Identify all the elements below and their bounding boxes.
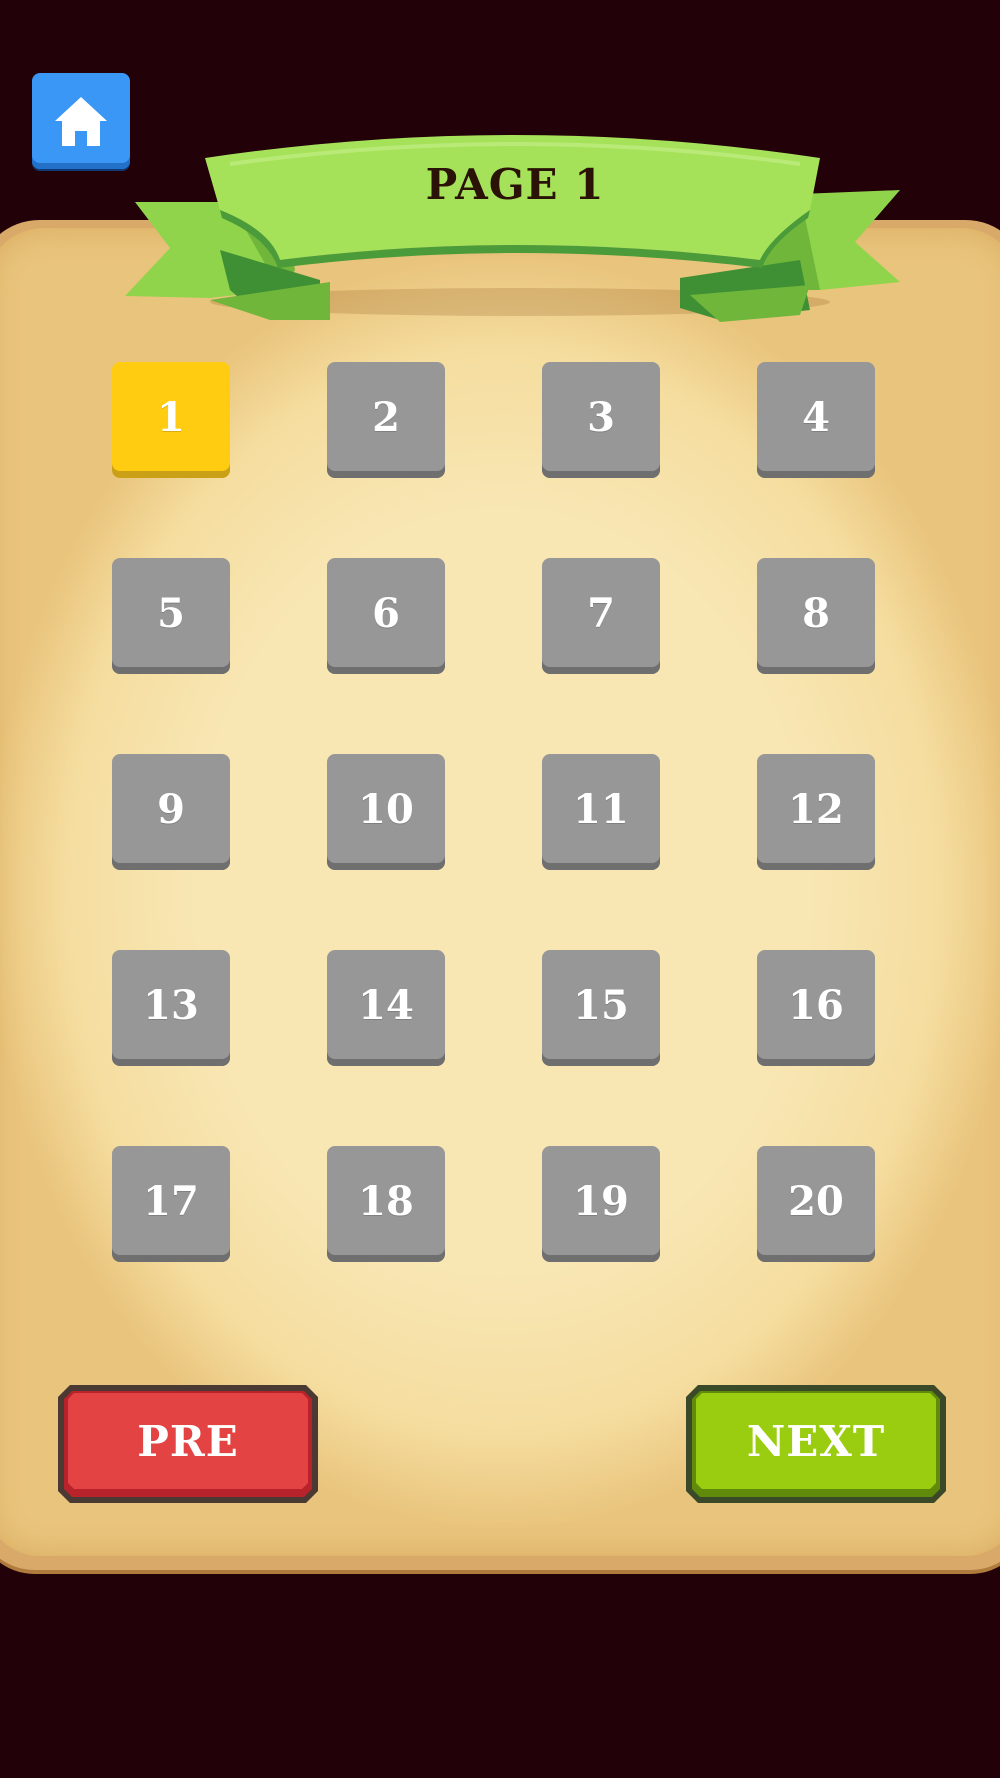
level-button[interactable]: 14 (327, 950, 445, 1066)
level-button[interactable]: 17 (112, 1146, 230, 1262)
level-button[interactable]: 20 (757, 1146, 875, 1262)
level-number: 19 (573, 1177, 629, 1225)
level-number: 20 (788, 1177, 844, 1225)
next-button-label: NEXT (746, 1417, 886, 1466)
level-button[interactable]: 5 (112, 558, 230, 674)
level-number: 6 (372, 589, 400, 637)
level-number: 18 (358, 1177, 414, 1225)
level-button[interactable]: 12 (757, 754, 875, 870)
level-button[interactable]: 8 (757, 558, 875, 674)
level-number: 17 (143, 1177, 199, 1225)
pre-button-label: PRE (137, 1417, 239, 1466)
level-button[interactable]: 1 (112, 362, 230, 478)
home-button[interactable] (32, 73, 130, 169)
level-number: 15 (573, 981, 629, 1029)
level-button[interactable]: 13 (112, 950, 230, 1066)
level-button[interactable]: 7 (542, 558, 660, 674)
level-number: 9 (157, 785, 185, 833)
page-title: PAGE 1 (425, 160, 605, 209)
level-button[interactable]: 6 (327, 558, 445, 674)
level-button[interactable]: 19 (542, 1146, 660, 1262)
level-number: 13 (143, 981, 199, 1029)
level-button[interactable]: 4 (757, 362, 875, 478)
level-number: 4 (802, 393, 830, 441)
level-button[interactable]: 15 (542, 950, 660, 1066)
level-number: 1 (157, 393, 185, 441)
level-button[interactable]: 2 (327, 362, 445, 478)
level-button[interactable]: 16 (757, 950, 875, 1066)
level-grid: 1 2 3 4 5 6 7 8 9 10 11 12 13 14 15 16 17 18 19 20 (112, 362, 877, 1262)
pre-button[interactable]: PRE (56, 1383, 320, 1505)
page-ribbon: PAGE 1 (120, 120, 910, 340)
level-number: 2 (372, 393, 400, 441)
level-number: 3 (587, 393, 615, 441)
level-button[interactable]: 3 (542, 362, 660, 478)
level-number: 11 (573, 785, 629, 833)
level-number: 5 (157, 589, 185, 637)
level-number: 10 (358, 785, 414, 833)
level-number: 16 (788, 981, 844, 1029)
level-number: 8 (802, 589, 830, 637)
home-icon (55, 97, 107, 146)
level-number: 14 (358, 981, 414, 1029)
level-button[interactable]: 18 (327, 1146, 445, 1262)
level-button[interactable]: 11 (542, 754, 660, 870)
level-button[interactable]: 9 (112, 754, 230, 870)
level-number: 7 (587, 589, 615, 637)
level-number: 12 (788, 785, 844, 833)
next-button[interactable]: NEXT (684, 1383, 948, 1505)
level-button[interactable]: 10 (327, 754, 445, 870)
ribbon-icon (125, 135, 900, 322)
